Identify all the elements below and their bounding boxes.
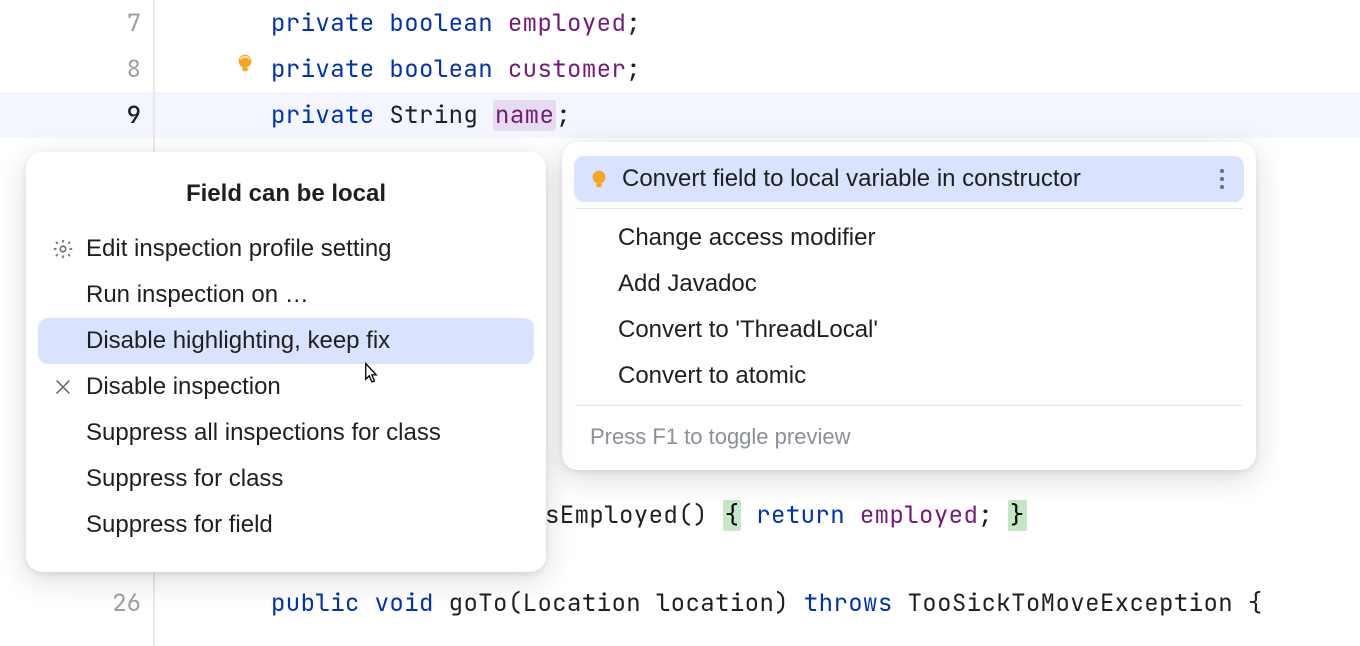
popup-title: Field can be local — [26, 170, 546, 226]
field-name: customer — [508, 54, 626, 85]
type: String — [389, 100, 478, 131]
field-name: employed — [860, 500, 978, 531]
line-number: 7 — [127, 8, 141, 39]
lightbulb-icon — [588, 168, 622, 190]
intention-item-change-access[interactable]: Change access modifier — [562, 215, 1256, 261]
inspection-item-disable-highlighting[interactable]: Disable highlighting, keep fix — [38, 318, 534, 364]
inspection-item-suppress-field[interactable]: Suppress for field — [26, 502, 546, 548]
field-name: employed — [508, 8, 626, 39]
code-line[interactable]: private boolean employed; — [155, 0, 1360, 46]
divider — [576, 405, 1242, 406]
inspection-item-disable-inspection[interactable]: Disable inspection — [26, 364, 546, 410]
keyword: void — [375, 588, 434, 619]
inspection-item-label: Disable highlighting, keep fix — [86, 327, 390, 355]
preview-hint: Press F1 to toggle preview — [562, 412, 1256, 454]
lightbulb-icon — [234, 52, 256, 74]
keyword: return — [756, 500, 845, 531]
inspection-item-label: Run inspection on … — [86, 281, 309, 309]
inspection-item-edit-setting[interactable]: Edit inspection profile setting — [26, 226, 546, 272]
intention-bulb-icon[interactable] — [234, 52, 258, 76]
line-number: 26 — [112, 588, 141, 619]
intention-item-label: Convert field to local variable in const… — [622, 165, 1081, 193]
intention-actions-popup: Convert field to local variable in const… — [562, 142, 1256, 470]
intention-item-label: Change access modifier — [618, 224, 875, 252]
brace: } — [1008, 500, 1027, 531]
inspection-options-popup: Field can be local Edit inspection profi… — [26, 152, 546, 572]
field-name-highlighted: name — [493, 100, 556, 131]
code-editor-area: 7 8 9 26 private boolean employed; priva… — [0, 0, 1360, 646]
brace: { — [723, 500, 742, 531]
method: goTo — [449, 588, 508, 619]
intention-item-label: Add Javadoc — [618, 270, 757, 298]
code-line-current[interactable]: private String name; — [155, 92, 1360, 138]
inspection-item-run-on[interactable]: Run inspection on … — [26, 272, 546, 318]
intention-item-convert-threadlocal[interactable]: Convert to 'ThreadLocal' — [562, 307, 1256, 353]
intention-item-label: Convert to 'ThreadLocal' — [618, 316, 878, 344]
type: boolean — [389, 8, 493, 39]
divider — [576, 208, 1242, 209]
type: boolean — [389, 54, 493, 85]
inspection-item-suppress-all-class[interactable]: Suppress all inspections for class — [26, 410, 546, 456]
pointer-cursor-icon — [357, 360, 385, 393]
intention-item-add-javadoc[interactable]: Add Javadoc — [562, 261, 1256, 307]
line-number: 8 — [127, 54, 141, 85]
gear-icon — [52, 238, 86, 260]
keyword: throws — [804, 588, 893, 619]
code-line[interactable]: public void goTo(Location location) thro… — [155, 580, 1360, 626]
more-options-icon[interactable] — [1210, 167, 1234, 191]
intention-item-convert-local[interactable]: Convert field to local variable in const… — [574, 156, 1244, 202]
code-line[interactable]: sEmployed() { return employed; } — [545, 492, 1360, 538]
inspection-item-label: Suppress all inspections for class — [86, 419, 441, 447]
line-number-current: 9 — [127, 100, 141, 131]
keyword: private — [271, 8, 375, 39]
close-icon — [52, 376, 86, 398]
inspection-item-label: Disable inspection — [86, 373, 281, 401]
method: sEmployed() — [545, 500, 723, 531]
keyword: private — [271, 100, 375, 131]
intention-item-label: Convert to atomic — [618, 362, 806, 390]
keyword: public — [271, 588, 360, 619]
keyword: private — [271, 54, 375, 85]
inspection-item-label: Suppress for class — [86, 465, 283, 493]
inspection-item-suppress-class[interactable]: Suppress for class — [26, 456, 546, 502]
inspection-item-label: Suppress for field — [86, 511, 273, 539]
code-line[interactable]: private boolean customer; — [155, 46, 1360, 92]
inspection-item-label: Edit inspection profile setting — [86, 235, 392, 263]
intention-item-convert-atomic[interactable]: Convert to atomic — [562, 353, 1256, 399]
